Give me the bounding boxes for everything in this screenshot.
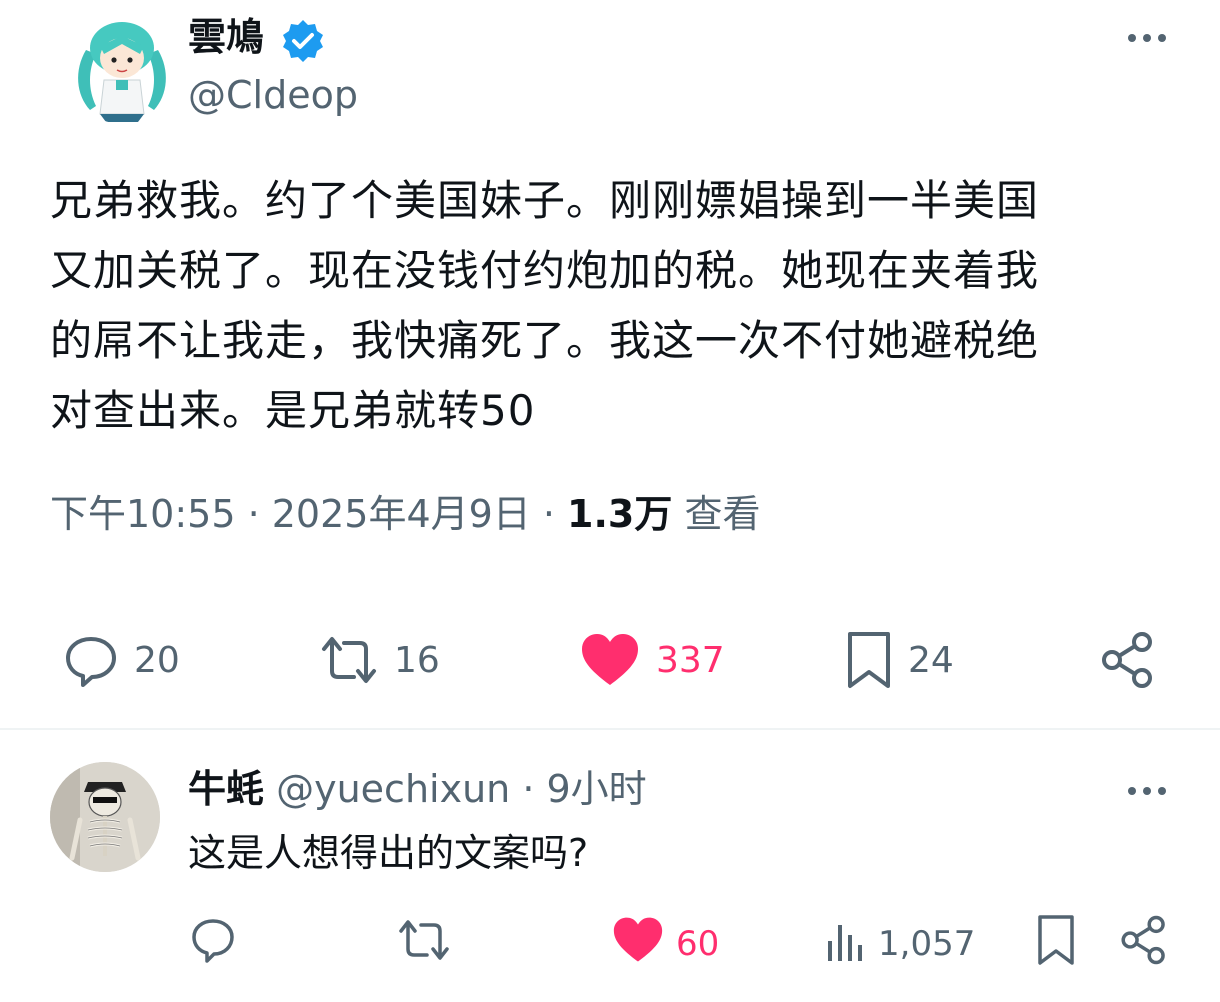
reply-bookmark-button[interactable] bbox=[1034, 914, 1078, 972]
post-timestamp[interactable]: 下午10:55 · 2025年4月9日 · bbox=[50, 492, 567, 536]
verified-badge-icon bbox=[280, 18, 326, 64]
share-nodes-icon bbox=[1118, 914, 1170, 975]
reply-timestamp[interactable]: · 9小时 bbox=[510, 767, 646, 811]
like-button[interactable]: 337 bbox=[578, 630, 725, 690]
reply-view-count: 1,057 bbox=[878, 924, 976, 964]
bookmark-count: 24 bbox=[908, 639, 954, 681]
reply-like-button[interactable]: 60 bbox=[610, 916, 719, 972]
heart-icon bbox=[610, 915, 666, 974]
post-view-count: 1.3万 bbox=[567, 492, 673, 536]
comment-bubble-icon bbox=[188, 915, 238, 974]
post-view-label: 查看 bbox=[672, 492, 761, 536]
reply-like-count: 60 bbox=[676, 924, 720, 964]
reply-count: 20 bbox=[134, 639, 180, 681]
author-display-name[interactable]: 雲鳩 bbox=[188, 12, 264, 62]
bookmark-icon bbox=[844, 630, 894, 690]
post-meta: 下午10:55 · 2025年4月9日 · 1.3万 查看 bbox=[50, 486, 760, 542]
reply-button[interactable]: 20 bbox=[62, 630, 180, 690]
share-nodes-icon bbox=[1098, 630, 1158, 690]
bookmark-button[interactable]: 24 bbox=[844, 630, 954, 690]
bookmark-icon bbox=[1034, 913, 1078, 976]
reply-author-handle[interactable]: @yuechixun bbox=[276, 767, 510, 811]
reply-reply-button[interactable] bbox=[188, 916, 238, 972]
reply-header: 牛蚝 @yuechixun · 9小时 bbox=[188, 762, 647, 816]
reply-author-name[interactable]: 牛蚝 bbox=[188, 767, 264, 811]
like-count: 337 bbox=[656, 639, 725, 681]
post-text-line: 的屌不让我走，我快痛死了。我这一次不付她避税绝 bbox=[50, 316, 1040, 365]
repost-button[interactable]: 16 bbox=[318, 630, 440, 690]
comment-bubble-icon bbox=[62, 631, 120, 689]
heart-icon bbox=[578, 631, 642, 689]
bar-chart-icon bbox=[824, 915, 868, 974]
post-text-line: 对查出来。是兄弟就转50 bbox=[50, 386, 536, 435]
reply-more-options-icon[interactable] bbox=[1122, 776, 1172, 806]
repost-arrows-icon bbox=[396, 915, 452, 974]
divider bbox=[0, 728, 1220, 730]
reply-views-button[interactable]: 1,057 bbox=[824, 916, 975, 972]
more-options-icon[interactable] bbox=[1122, 22, 1172, 52]
post-body: 兄弟救我。约了个美国妹子。刚刚嫖娼操到一半美国 又加关税了。现在没钱付约炮加的税… bbox=[50, 166, 1170, 446]
post-text-line: 兄弟救我。约了个美国妹子。刚刚嫖娼操到一半美国 bbox=[50, 176, 1040, 225]
post-text-line: 又加关税了。现在没钱付约炮加的税。她现在夹着我 bbox=[50, 246, 1040, 295]
reply-share-button[interactable] bbox=[1118, 914, 1170, 975]
reply-repost-button[interactable] bbox=[396, 916, 452, 972]
repost-count: 16 bbox=[394, 639, 440, 681]
author-avatar[interactable] bbox=[66, 10, 180, 124]
repost-arrows-icon bbox=[318, 631, 380, 689]
reply-body: 这是人想得出的文案吗? bbox=[188, 831, 589, 875]
author-handle[interactable]: @Cldeop bbox=[188, 70, 358, 120]
reply-author-avatar[interactable] bbox=[50, 762, 160, 872]
share-button[interactable] bbox=[1098, 630, 1158, 690]
